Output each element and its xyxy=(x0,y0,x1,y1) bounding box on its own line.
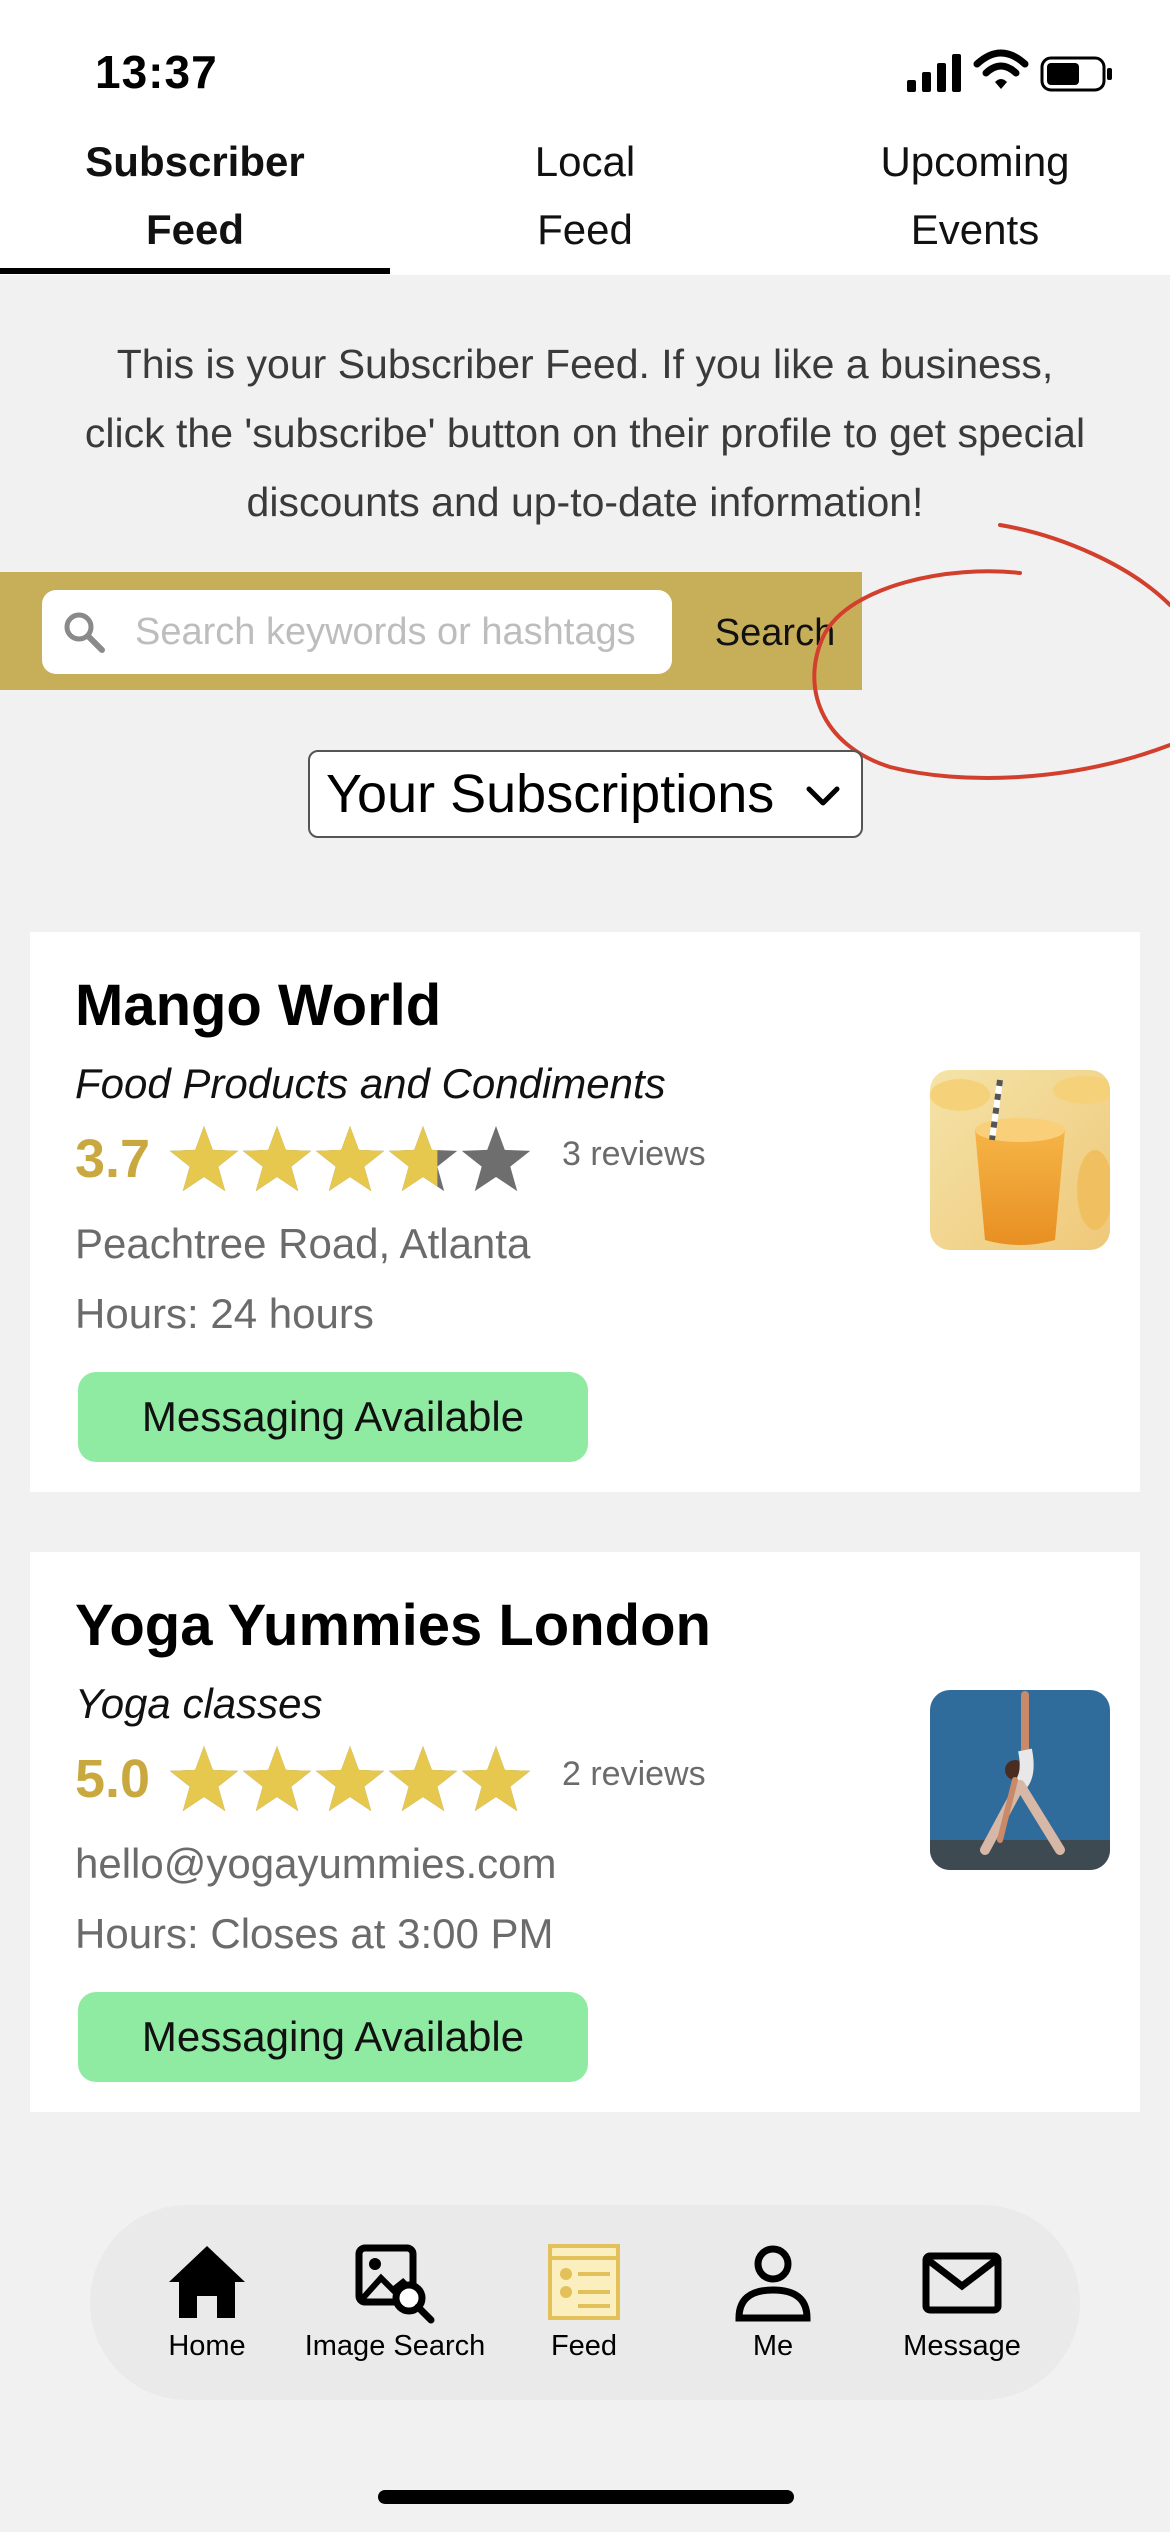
star-filled xyxy=(242,1746,312,1812)
tab-label-line1: Subscriber xyxy=(85,138,305,185)
tab-label-line1: Upcoming xyxy=(880,138,1070,185)
star-filled xyxy=(461,1746,531,1812)
star-filled xyxy=(169,1746,239,1812)
battery-icon xyxy=(1040,56,1112,92)
business-category: Yoga classes xyxy=(75,1680,323,1727)
hours-value: Closes at 3:00 PM xyxy=(210,1910,554,1957)
star-empty xyxy=(461,1126,531,1192)
image-search-icon xyxy=(355,2244,435,2324)
star-filled xyxy=(169,1126,239,1192)
chevron-down-icon xyxy=(806,786,840,806)
active-tab-indicator xyxy=(0,268,390,274)
nav-message[interactable]: Message xyxy=(867,2240,1057,2363)
envelope-icon xyxy=(922,2252,1002,2314)
home-indicator[interactable] xyxy=(378,2490,794,2504)
nav-label: Feed xyxy=(550,2330,618,2362)
home-icon xyxy=(169,2246,245,2318)
messaging-available-button[interactable]: Messaging Available xyxy=(78,1372,588,1462)
business-hours: Hours: Closes at 3:00 PM xyxy=(75,1910,554,1958)
messaging-available-button[interactable]: Messaging Available xyxy=(78,1992,588,2082)
star-filled xyxy=(388,1746,458,1812)
hours-value: 24 hours xyxy=(210,1290,374,1337)
business-name[interactable]: Yoga Yummies London xyxy=(75,1592,711,1659)
hours-label: Hours: xyxy=(75,1290,199,1337)
star-filled xyxy=(315,1126,385,1192)
review-count[interactable]: 3 reviews xyxy=(562,1135,706,1174)
rating-value: 5.0 xyxy=(75,1749,151,1809)
nav-label: Image Search xyxy=(304,2330,486,2362)
tab-label-line2: Feed xyxy=(537,206,633,253)
mango-smoothie-photo xyxy=(930,1070,1110,1250)
status-time: 13:37 xyxy=(95,46,218,98)
hours-label: Hours: xyxy=(75,1910,199,1957)
business-thumbnail[interactable] xyxy=(930,1070,1110,1250)
tab-label-line1: Local xyxy=(534,138,636,185)
business-hours: Hours: 24 hours xyxy=(75,1290,374,1338)
star-rating-icon xyxy=(169,1126,531,1192)
wifi-icon xyxy=(973,49,1029,89)
nav-home[interactable]: Home xyxy=(112,2240,302,2363)
nav-feed[interactable]: Feed xyxy=(489,2240,679,2363)
business-address: Peachtree Road, Atlanta xyxy=(75,1220,531,1267)
feed-icon xyxy=(548,2244,620,2320)
star-filled xyxy=(242,1126,312,1192)
tab-subscriber-feed[interactable]: Subscriber Feed xyxy=(0,120,390,275)
business-thumbnail[interactable] xyxy=(930,1690,1110,1870)
nav-me[interactable]: Me xyxy=(678,2240,868,2363)
search-icon xyxy=(64,612,105,653)
tab-local-feed[interactable]: Local Feed xyxy=(390,120,780,275)
nav-image-search[interactable]: Image Search xyxy=(300,2240,490,2363)
feed-tabs: Subscriber Feed Local Feed Upcoming Even… xyxy=(0,120,1170,275)
review-count[interactable]: 2 reviews xyxy=(562,1755,706,1794)
dropdown-label: Your Subscriptions xyxy=(326,764,775,824)
person-icon xyxy=(735,2245,811,2322)
yoga-pose-photo xyxy=(930,1690,1110,1870)
star-filled xyxy=(315,1746,385,1812)
business-email[interactable]: hello@yogayummies.com xyxy=(75,1840,556,1888)
rating-value: 3.7 xyxy=(75,1129,151,1189)
tab-upcoming-events[interactable]: Upcoming Events xyxy=(780,120,1170,275)
nav-label: Message xyxy=(903,2330,1021,2362)
business-name[interactable]: Mango World xyxy=(75,972,441,1039)
cellular-signal-icon xyxy=(907,54,961,92)
tab-label-line2: Feed xyxy=(145,206,245,253)
star-rating-icon xyxy=(169,1746,531,1812)
nav-label: Me xyxy=(752,2330,794,2362)
search-placeholder: Search keywords or hashtags xyxy=(135,611,636,653)
nav-label: Home xyxy=(168,2330,246,2362)
business-category: Food Products and Condiments xyxy=(75,1060,666,1107)
tab-label-line2: Events xyxy=(910,206,1040,253)
